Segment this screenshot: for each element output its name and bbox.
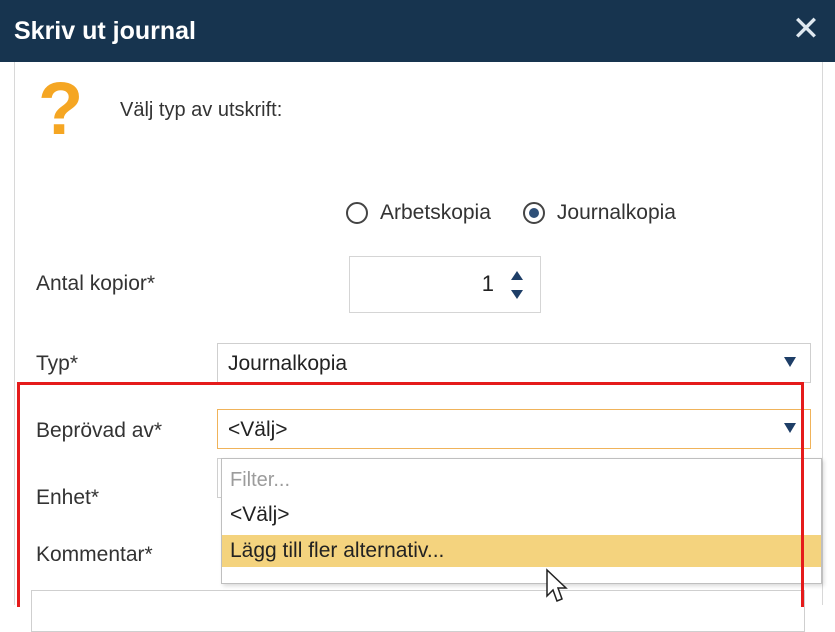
copies-label: Antal kopior* [36,272,156,295]
stepper-arrows-icon[interactable] [510,270,524,300]
radio-label: Arbetskopia [380,201,491,224]
radio-journalkopia[interactable]: Journalkopia [522,201,676,225]
approved-by-dropdown: Filter... <Välj> Lägg till fler alternat… [221,458,822,584]
question-icon: ? [38,67,84,150]
radio-arbetskopia[interactable]: Arbetskopia [346,201,491,225]
approved-by-value: <Välj> [228,418,288,441]
type-select[interactable]: Journalkopia [217,343,811,383]
print-type-radio-group: Arbetskopia Journalkopia [346,198,708,228]
type-value: Journalkopia [228,352,348,375]
type-label: Typ* [36,352,79,375]
close-icon[interactable]: ✕ [789,12,823,46]
dropdown-option[interactable]: <Välj> [222,499,821,531]
dialog-titlebar: Skriv ut journal ✕ [0,0,835,62]
copies-value: 1 [481,271,494,296]
chevron-down-icon [784,423,796,433]
comment-field[interactable] [31,590,805,632]
radio-button[interactable] [346,202,368,224]
radio-label: Journalkopia [556,201,676,224]
filter-input[interactable]: Filter... [230,469,290,492]
dialog-title: Skriv ut journal [14,17,196,45]
approved-by-label: Beprövad av* [36,419,163,442]
approved-by-select[interactable]: <Välj> [217,409,811,449]
chevron-down-icon [784,357,796,367]
copies-stepper[interactable]: 1 [349,256,541,313]
unit-label: Enhet* [36,486,100,509]
radio-button-selected[interactable] [522,202,545,224]
mouse-cursor-icon [546,568,568,602]
dropdown-option-highlighted[interactable]: Lägg till fler alternativ... [222,535,821,567]
prompt-text: Välj typ av utskrift: [120,99,283,121]
comment-label: Kommentar* [36,543,153,566]
